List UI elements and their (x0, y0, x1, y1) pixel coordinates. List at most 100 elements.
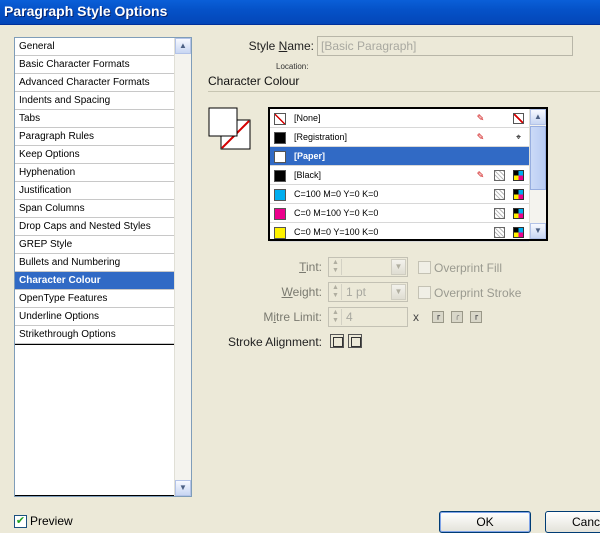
process-color-icon (494, 170, 505, 181)
cmyk-icon (513, 189, 524, 200)
swatch-name: [Registration] (294, 132, 348, 142)
process-color-icon (494, 208, 505, 219)
swatch-scroll-down-button[interactable]: ▼ (530, 223, 546, 239)
mitre-limit-suffix: x (413, 310, 419, 324)
swatch-scrollbar[interactable]: ▲ ▼ (529, 109, 546, 239)
category-item[interactable]: Character Colour (15, 272, 175, 290)
ok-button[interactable]: OK (439, 511, 531, 533)
scroll-down-button[interactable]: ▼ (175, 480, 191, 496)
stroke-align-center-icon[interactable] (330, 334, 344, 348)
tint-label-rest: int: (305, 260, 322, 274)
swatch-scroll-thumb[interactable] (530, 126, 546, 190)
mitre-limit-value: 4 (346, 310, 353, 324)
mitre-limit-label-rest: tre Limit: (275, 310, 322, 324)
category-item[interactable]: Underline Options (15, 308, 175, 326)
style-name-label: Style Name: (236, 39, 314, 53)
weight-label-rest: eight: (292, 285, 322, 299)
cancel-button[interactable]: Canc (545, 511, 600, 533)
category-item[interactable]: Advanced Character Formats (15, 74, 175, 92)
fill-stroke-preview-icon[interactable] (208, 107, 252, 151)
category-item[interactable]: Keep Options (15, 146, 175, 164)
category-item[interactable]: Strikethrough Options (15, 326, 175, 344)
tint-combo[interactable]: ▲ ▼ ▼ (328, 257, 408, 277)
location-label: Location: (276, 62, 309, 71)
category-item[interactable]: GREP Style (15, 236, 175, 254)
weight-label-mnemonic: W (281, 285, 293, 299)
category-scrollbar[interactable]: ▲ ▼ (174, 38, 191, 496)
stroke-align-outside-icon[interactable] (348, 334, 362, 348)
section-title: Character Colour (208, 74, 300, 88)
stroke-alignment-label: Stroke Alignment: (227, 335, 322, 349)
style-name-label-mnemonic: N (278, 39, 288, 53)
overprint-fill-label: Overprint Fill (434, 261, 503, 275)
overprint-fill-checkbox[interactable] (418, 261, 431, 274)
swatch-chip (274, 113, 286, 125)
category-item[interactable]: OpenType Features (15, 290, 175, 308)
swatch-row[interactable]: [None] ✎ (270, 109, 529, 128)
category-item[interactable]: Paragraph Rules (15, 128, 175, 146)
preview-label: Preview (30, 514, 73, 528)
category-item[interactable]: General (15, 38, 175, 56)
mitre-limit-stepper[interactable]: ▲ ▼ (330, 309, 342, 325)
round-join-icon[interactable]: ╭ (451, 311, 463, 323)
swatch-chip (274, 151, 286, 163)
category-list[interactable]: General Basic Character Formats Advanced C… (14, 37, 192, 497)
category-item[interactable]: Tabs (15, 110, 175, 128)
category-item[interactable]: Bullets and Numbering (15, 254, 175, 272)
no-edit-icon: ✎ (476, 113, 485, 123)
weight-combo[interactable]: ▲ ▼ 1 pt ▼ (328, 282, 408, 302)
swatch-name: [Black] (294, 170, 322, 180)
swatch-name: C=0 M=0 Y=100 K=0 (294, 227, 379, 237)
weight-label: Weight: (260, 285, 322, 299)
tint-stepper[interactable]: ▲ ▼ (330, 259, 342, 275)
swatch-scroll-up-button[interactable]: ▲ (530, 109, 546, 125)
swatch-chip (274, 189, 286, 201)
category-item[interactable]: Hyphenation (15, 164, 175, 182)
weight-value: 1 pt (346, 285, 367, 299)
swatch-name: C=100 M=0 Y=0 K=0 (294, 189, 379, 199)
section-divider (208, 91, 600, 92)
swatch-name: C=0 M=100 Y=0 K=0 (294, 208, 379, 218)
swatch-row[interactable]: C=0 M=0 Y=100 K=0 (270, 223, 529, 242)
tint-label: Tint: (270, 260, 322, 274)
no-edit-icon: ✎ (476, 170, 485, 180)
style-name-label-prefix: Style (248, 39, 279, 53)
category-item[interactable]: Drop Caps and Nested Styles (15, 218, 175, 236)
swatch-name: [None] (294, 113, 321, 123)
chevron-down-icon[interactable]: ▼ (391, 284, 406, 300)
process-color-icon (494, 189, 505, 200)
miter-join-icon[interactable]: ┏ (432, 311, 444, 323)
swatch-chip (274, 227, 286, 239)
swatch-row[interactable]: [Black] ✎ (270, 166, 529, 185)
swatch-chip (274, 132, 286, 144)
category-list-empty-area (15, 344, 175, 496)
cmyk-icon (513, 208, 524, 219)
weight-stepper[interactable]: ▲ ▼ (330, 284, 342, 300)
registration-icon: ⌖ (515, 132, 522, 142)
swatch-row[interactable]: [Paper] (270, 147, 529, 166)
scroll-up-button[interactable]: ▲ (175, 38, 191, 54)
mitre-limit-label: Mitre Limit: (240, 310, 322, 324)
category-item[interactable]: Justification (15, 182, 175, 200)
chevron-down-icon[interactable]: ▼ (391, 259, 406, 275)
swatch-row[interactable]: [Registration] ✎ ⌖ (270, 128, 529, 147)
category-item[interactable]: Indents and Spacing (15, 92, 175, 110)
swatch-row[interactable]: C=100 M=0 Y=0 K=0 (270, 185, 529, 204)
category-item[interactable]: Span Columns (15, 200, 175, 218)
process-color-icon (494, 227, 505, 238)
bevel-join-icon[interactable]: ┏ (470, 311, 482, 323)
preview-checkbox[interactable]: ✔ (14, 515, 27, 528)
mitre-limit-field[interactable]: ▲ ▼ 4 (328, 307, 408, 327)
cmyk-icon (513, 227, 524, 238)
swatch-list[interactable]: [None] ✎ [Registration] ✎ ⌖ [Paper] [Black] ✎ C=… (268, 107, 548, 242)
swatch-chip (274, 170, 286, 182)
no-edit-icon: ✎ (476, 132, 485, 142)
title-bar[interactable]: Paragraph Style Options (0, 0, 600, 25)
swatch-row[interactable]: C=0 M=100 Y=0 K=0 (270, 204, 529, 223)
category-item[interactable]: Basic Character Formats (15, 56, 175, 74)
none-swatch-icon (513, 113, 524, 124)
overprint-stroke-checkbox[interactable] (418, 286, 431, 299)
style-name-field[interactable]: [Basic Paragraph] (317, 36, 573, 56)
cmyk-icon (513, 170, 524, 181)
swatch-chip (274, 208, 286, 220)
